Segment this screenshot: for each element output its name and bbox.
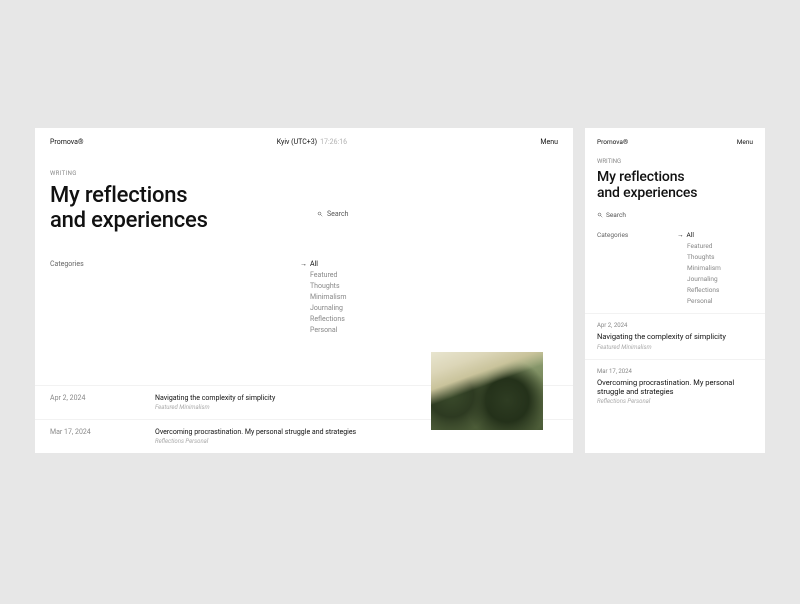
article-date: Apr 2, 2024 bbox=[50, 394, 105, 411]
category-label: Thoughts bbox=[687, 253, 714, 261]
arrow-right-icon: → bbox=[677, 231, 684, 239]
search-label: Search bbox=[606, 211, 626, 219]
article-thumbnail bbox=[431, 352, 543, 430]
category-label: Journaling bbox=[310, 304, 343, 312]
category-label: Minimalism bbox=[687, 264, 721, 272]
category-filter-minimalism[interactable]: Minimalism bbox=[300, 293, 346, 301]
article-title: Overcoming procrastination. My personal … bbox=[155, 428, 356, 436]
search-label: Search bbox=[327, 210, 349, 218]
category-label: All bbox=[310, 260, 318, 268]
categories-label: Categories bbox=[597, 231, 677, 305]
section-label: WRITING bbox=[35, 146, 573, 183]
category-label: Journaling bbox=[687, 275, 718, 283]
article-title: Navigating the complexity of simplicity bbox=[155, 394, 275, 402]
menu-button[interactable]: Menu bbox=[737, 138, 753, 146]
search-icon bbox=[317, 211, 323, 217]
search-input[interactable]: Search bbox=[317, 210, 349, 218]
category-filter-thoughts[interactable]: Thoughts bbox=[300, 282, 346, 290]
category-label: Thoughts bbox=[310, 282, 340, 290]
category-label: Personal bbox=[310, 326, 337, 334]
article-row[interactable]: Mar 17, 2024 Overcoming procrastination.… bbox=[585, 359, 765, 414]
page-title-line1: My reflections bbox=[50, 183, 187, 208]
page-title-line1: My reflections bbox=[597, 169, 684, 185]
category-filter-all[interactable]: →All bbox=[300, 260, 346, 268]
category-filter-journaling[interactable]: Journaling bbox=[677, 275, 721, 283]
category-label: Reflections bbox=[687, 286, 719, 294]
category-filter-thoughts[interactable]: Thoughts bbox=[677, 253, 721, 261]
article-date: Mar 17, 2024 bbox=[597, 368, 753, 375]
article-tags: Reflections Personal bbox=[155, 438, 356, 445]
categories-list: →All Featured Thoughts Minimalism Journa… bbox=[300, 260, 346, 334]
category-filter-reflections[interactable]: Reflections bbox=[677, 286, 721, 294]
category-filter-personal[interactable]: Personal bbox=[677, 297, 721, 305]
article-tags: Featured Minimalism bbox=[155, 404, 275, 411]
header: Promova® Kyiv (UTC+3) 17:26:16 Menu bbox=[35, 128, 573, 146]
page-title: My reflections and experiences bbox=[35, 183, 573, 234]
menu-button[interactable]: Menu bbox=[540, 138, 558, 146]
location-label: Kyiv (UTC+3) bbox=[277, 138, 317, 146]
brand-logo[interactable]: Promova® bbox=[50, 138, 83, 146]
categories: Categories →All Featured Thoughts Minima… bbox=[585, 219, 765, 305]
desktop-layout-card: Promova® Kyiv (UTC+3) 17:26:16 Menu WRIT… bbox=[35, 128, 573, 453]
header: Promova® Menu bbox=[585, 128, 765, 146]
header-location-time: Kyiv (UTC+3) 17:26:16 bbox=[277, 138, 347, 146]
arrow-right-icon: → bbox=[300, 260, 307, 268]
article-row[interactable]: Apr 2, 2024 Navigating the complexity of… bbox=[585, 313, 765, 358]
search-icon bbox=[597, 212, 603, 218]
brand-logo[interactable]: Promova® bbox=[597, 138, 628, 146]
categories: Categories →All Featured Thoughts Minima… bbox=[35, 234, 573, 334]
category-label: Personal bbox=[687, 297, 712, 305]
categories-label: Categories bbox=[50, 260, 300, 334]
category-filter-reflections[interactable]: Reflections bbox=[300, 315, 346, 323]
search-input[interactable]: Search bbox=[585, 201, 765, 219]
clock: 17:26:16 bbox=[320, 138, 347, 146]
section-label: WRITING bbox=[585, 146, 765, 169]
article-tags: Featured Minimalism bbox=[597, 344, 753, 351]
categories-list: →All Featured Thoughts Minimalism Journa… bbox=[677, 231, 721, 305]
category-label: All bbox=[687, 231, 694, 239]
category-filter-featured[interactable]: Featured bbox=[677, 242, 721, 250]
page-title-line2: and experiences bbox=[50, 208, 208, 233]
category-filter-personal[interactable]: Personal bbox=[300, 326, 346, 334]
category-label: Featured bbox=[687, 242, 712, 250]
article-title: Overcoming procrastination. My personal … bbox=[597, 378, 753, 397]
article-date: Mar 17, 2024 bbox=[50, 428, 105, 445]
article-date: Apr 2, 2024 bbox=[597, 322, 753, 329]
mobile-layout-card: Promova® Menu WRITING My reflections and… bbox=[585, 128, 765, 453]
category-filter-featured[interactable]: Featured bbox=[300, 271, 346, 279]
article-list: Apr 2, 2024 Navigating the complexity of… bbox=[585, 313, 765, 413]
category-label: Minimalism bbox=[310, 293, 346, 301]
article-tags: Reflections Personal bbox=[597, 398, 753, 405]
page-title-line2: and experiences bbox=[597, 185, 697, 201]
page-title: My reflections and experiences bbox=[585, 169, 765, 201]
article-title: Navigating the complexity of simplicity bbox=[597, 332, 753, 341]
category-filter-journaling[interactable]: Journaling bbox=[300, 304, 346, 312]
category-label: Featured bbox=[310, 271, 337, 279]
category-filter-minimalism[interactable]: Minimalism bbox=[677, 264, 721, 272]
category-filter-all[interactable]: →All bbox=[677, 231, 721, 239]
category-label: Reflections bbox=[310, 315, 345, 323]
